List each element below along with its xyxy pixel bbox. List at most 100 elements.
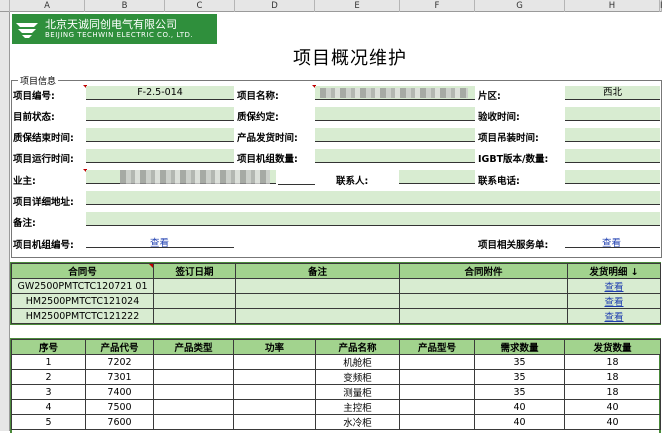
type-cell[interactable]: [153, 354, 234, 370]
igbt-field[interactable]: [565, 149, 660, 163]
shipped-cell[interactable]: 40: [564, 414, 661, 430]
demand-cell[interactable]: 35: [474, 369, 565, 385]
table-row: 3 7400 测量柜 35 18: [11, 384, 661, 400]
type-cell[interactable]: [153, 369, 234, 385]
name-cell[interactable]: 水冷柜: [315, 414, 400, 430]
column-header-c[interactable]: C: [165, 0, 235, 12]
contract-no-cell[interactable]: GW2500PMTCTC120721 01: [11, 278, 154, 294]
demand-cell[interactable]: 40: [474, 399, 565, 415]
column-header-d[interactable]: D: [235, 0, 315, 12]
seq-cell[interactable]: 5: [11, 414, 86, 430]
run-time-field[interactable]: [86, 149, 234, 163]
column-header-b[interactable]: B: [85, 0, 165, 12]
sign-date-cell[interactable]: [153, 308, 236, 324]
type-cell[interactable]: [153, 384, 234, 400]
shipped-cell[interactable]: 18: [564, 354, 661, 370]
remark-cell[interactable]: [235, 308, 400, 324]
code-cell[interactable]: 7500: [85, 399, 154, 415]
col-sign-date[interactable]: 签订日期: [153, 263, 236, 279]
seq-cell[interactable]: 3: [11, 384, 86, 400]
column-header-f[interactable]: F: [400, 0, 475, 12]
type-cell[interactable]: [153, 414, 234, 430]
shipped-cell[interactable]: 40: [564, 399, 661, 415]
demand-cell[interactable]: 35: [474, 384, 565, 400]
column-header-h[interactable]: H: [565, 0, 660, 12]
attachment-cell[interactable]: [399, 278, 568, 294]
name-cell[interactable]: 测量柜: [315, 384, 400, 400]
contracts-header-row: 合同号 签订日期 备注 合同附件 发货明细 ↓: [11, 263, 661, 279]
name-cell[interactable]: 机舱柜: [315, 354, 400, 370]
code-cell[interactable]: 7202: [85, 354, 154, 370]
col-contract-no[interactable]: 合同号: [11, 263, 154, 279]
select-all-corner[interactable]: [0, 0, 10, 12]
warranty-terms-field[interactable]: [315, 107, 475, 121]
project-no-field[interactable]: F-2.5-014: [86, 86, 234, 100]
unit-count-field[interactable]: [315, 149, 475, 163]
column-header-a[interactable]: A: [10, 0, 85, 12]
code-cell[interactable]: 7600: [85, 414, 154, 430]
shipped-cell[interactable]: 18: [564, 384, 661, 400]
code-cell[interactable]: 7301: [85, 369, 154, 385]
seq-cell[interactable]: 1: [11, 354, 86, 370]
contract-no-cell[interactable]: HM2500PMTCTC121222: [11, 308, 154, 324]
demand-cell[interactable]: 35: [474, 354, 565, 370]
col-product-model[interactable]: 产品型号: [399, 339, 475, 355]
col-seq[interactable]: 序号: [11, 339, 86, 355]
sign-date-cell[interactable]: [153, 293, 236, 309]
model-cell[interactable]: [399, 369, 475, 385]
demand-cell[interactable]: 40: [474, 414, 565, 430]
model-cell[interactable]: [399, 384, 475, 400]
ship-time-field[interactable]: [315, 128, 475, 142]
label-igbt: IGBT版本/数量:: [478, 154, 549, 165]
contact-field[interactable]: [399, 170, 475, 184]
column-header-e[interactable]: E: [315, 0, 400, 12]
phone-field[interactable]: [565, 170, 660, 184]
label-current-status: 目前状态:: [13, 112, 55, 123]
seq-cell[interactable]: 2: [11, 369, 86, 385]
power-cell[interactable]: [233, 414, 316, 430]
power-cell[interactable]: [233, 399, 316, 415]
model-cell[interactable]: [399, 399, 475, 415]
label-address: 项目详细地址:: [13, 197, 74, 208]
col-product-code[interactable]: 产品代号: [85, 339, 154, 355]
power-cell[interactable]: [233, 354, 316, 370]
label-unit-count: 项目机组数量:: [237, 154, 298, 165]
view-ship-detail-link[interactable]: 查看: [604, 312, 623, 323]
warranty-end-field[interactable]: [86, 128, 234, 142]
col-product-name[interactable]: 产品名称: [315, 339, 400, 355]
col-product-type[interactable]: 产品类型: [153, 339, 234, 355]
current-status-field[interactable]: [86, 107, 234, 121]
col-attachment[interactable]: 合同附件: [399, 263, 568, 279]
name-cell[interactable]: 主控柜: [315, 399, 400, 415]
shipped-cell[interactable]: 18: [564, 369, 661, 385]
seq-cell[interactable]: 4: [11, 399, 86, 415]
col-shipped-qty[interactable]: 发货数量: [564, 339, 661, 355]
sign-date-cell[interactable]: [153, 278, 236, 294]
model-cell[interactable]: [399, 414, 475, 430]
remark-cell[interactable]: [235, 293, 400, 309]
code-cell[interactable]: 7400: [85, 384, 154, 400]
view-ship-detail-link[interactable]: 查看: [604, 282, 623, 293]
name-cell[interactable]: 变频柜: [315, 369, 400, 385]
col-remark[interactable]: 备注: [235, 263, 400, 279]
col-ship-detail[interactable]: 发货明细 ↓: [567, 263, 661, 279]
project-info-legend: 项目信息: [18, 74, 59, 87]
power-cell[interactable]: [233, 384, 316, 400]
column-header-g[interactable]: G: [475, 0, 565, 12]
address-field[interactable]: [86, 191, 660, 205]
view-ship-detail-link[interactable]: 查看: [604, 297, 623, 308]
remark-cell[interactable]: [235, 278, 400, 294]
ship-detail-cell: 查看: [567, 278, 661, 294]
notes-field[interactable]: [86, 212, 660, 226]
attachment-cell[interactable]: [399, 293, 568, 309]
acceptance-time-field[interactable]: [565, 107, 660, 121]
attachment-cell[interactable]: [399, 308, 568, 324]
type-cell[interactable]: [153, 399, 234, 415]
model-cell[interactable]: [399, 354, 475, 370]
hoist-time-field[interactable]: [565, 128, 660, 142]
contract-no-cell[interactable]: HM2500PMTCTC121024: [11, 293, 154, 309]
power-cell[interactable]: [233, 369, 316, 385]
col-power[interactable]: 功率: [233, 339, 316, 355]
region-field[interactable]: 西北: [565, 86, 660, 100]
col-demand-qty[interactable]: 需求数量: [474, 339, 565, 355]
